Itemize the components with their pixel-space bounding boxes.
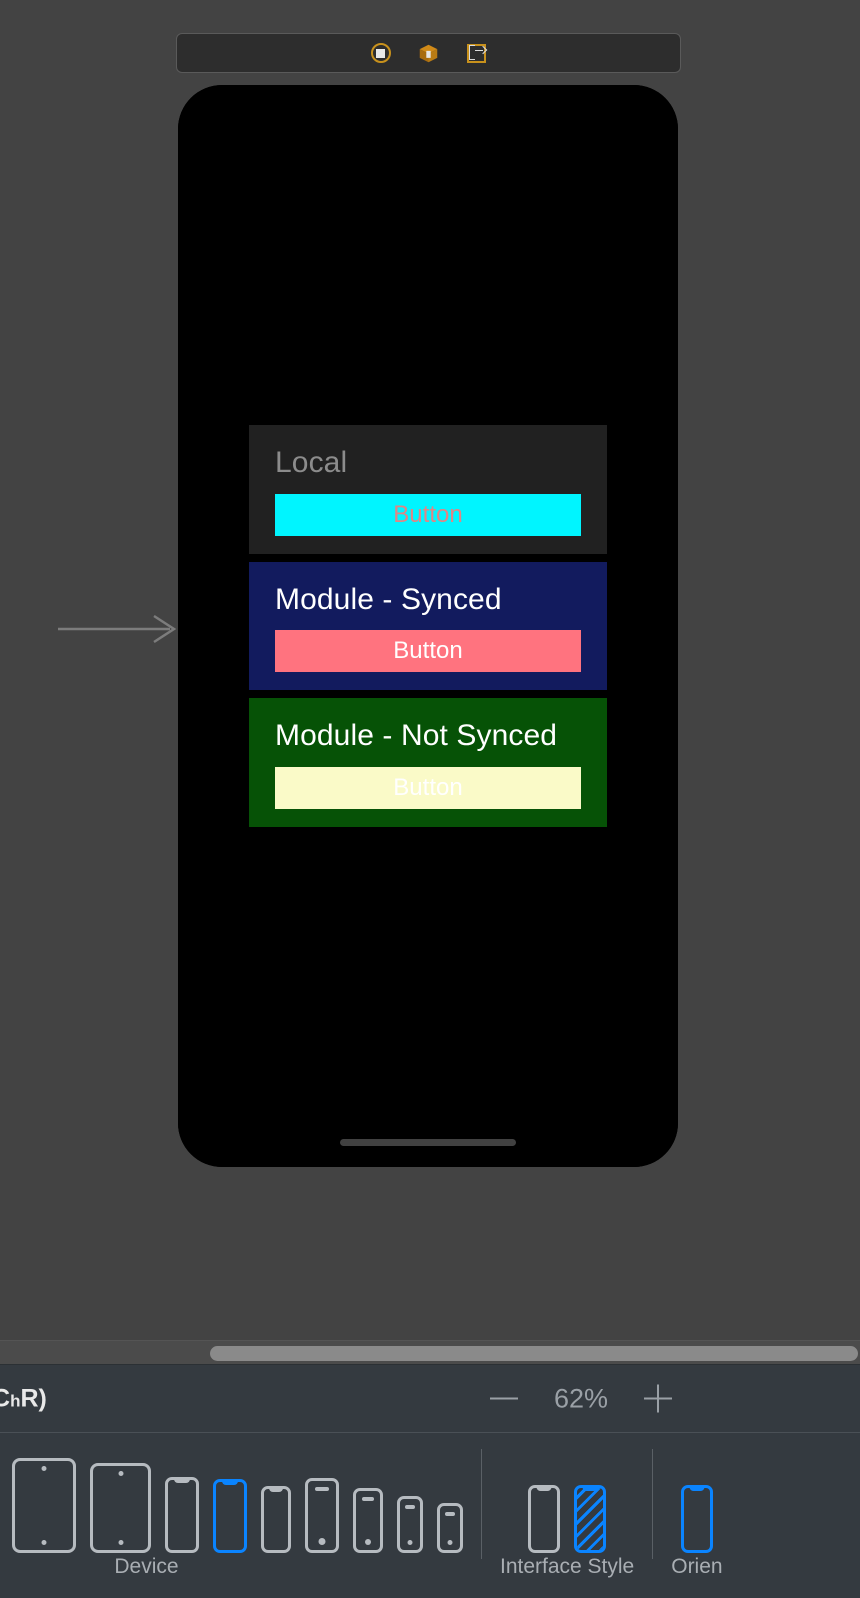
- interface-style-label: Interface Style: [500, 1555, 635, 1578]
- device-section-label: Device: [114, 1555, 179, 1578]
- exit-icon[interactable]: [466, 42, 488, 64]
- device-preview-frame[interactable]: Local Button Module - Synced Button Modu…: [178, 85, 678, 1167]
- device-icon-iphone-se[interactable]: [397, 1496, 423, 1553]
- card-module-synced-button[interactable]: Button: [275, 630, 581, 673]
- card-module-not-synced[interactable]: Module - Not Synced Button: [249, 698, 607, 827]
- first-responder-cube-icon[interactable]: [418, 42, 440, 64]
- zoom-controls: 62%: [490, 1383, 673, 1414]
- card-module-synced-title: Module - Synced: [275, 582, 502, 616]
- orientation-section: Orien: [671, 1433, 723, 1598]
- device-icon-iphone-home[interactable]: [353, 1488, 383, 1553]
- interface-style-icon-list: [528, 1433, 607, 1559]
- scrollbar-thumb[interactable]: [210, 1346, 858, 1361]
- device-icon-ipad-mini[interactable]: [90, 1463, 151, 1553]
- section-divider-2: [652, 1449, 654, 1559]
- xcode-canvas-root: Local Button Module - Synced Button Modu…: [0, 0, 860, 1598]
- interface-style-light-icon[interactable]: [528, 1485, 561, 1553]
- device-configuration-bar: Device Interface Style Orien: [0, 1432, 860, 1598]
- zoom-out-icon[interactable]: [490, 1385, 518, 1413]
- device-icon-iphone-mini[interactable]: [437, 1503, 463, 1553]
- orientation-icon-list: [680, 1433, 713, 1559]
- zoom-in-icon[interactable]: [644, 1384, 673, 1413]
- card-module-not-synced-button[interactable]: Button: [275, 766, 581, 809]
- device-section: Device: [0, 1433, 463, 1598]
- canvas-horizontal-scrollbar[interactable]: [0, 1340, 860, 1364]
- scene-dock-toolbar: [176, 33, 681, 73]
- section-divider-1: [481, 1449, 482, 1559]
- canvas-statusbar: ChR) 62%: [0, 1364, 860, 1432]
- card-local-button[interactable]: Button: [275, 493, 581, 536]
- device-icon-iphone-notch-small[interactable]: [261, 1486, 291, 1553]
- home-indicator: [340, 1139, 516, 1146]
- device-icon-list: [0, 1433, 463, 1559]
- card-local[interactable]: Local Button: [249, 425, 607, 554]
- orientation-portrait-icon[interactable]: [680, 1485, 713, 1553]
- card-local-title: Local: [275, 446, 348, 480]
- zoom-level-value[interactable]: 62%: [554, 1383, 608, 1414]
- interface-style-section: Interface Style: [500, 1433, 634, 1598]
- view-controller-icon[interactable]: [370, 42, 392, 64]
- card-stack: Local Button Module - Synced Button Modu…: [178, 425, 678, 827]
- device-icon-iphone-max[interactable]: [165, 1477, 199, 1553]
- device-icon-iphone-plus-home[interactable]: [305, 1478, 339, 1553]
- card-module-not-synced-title: Module - Not Synced: [275, 719, 558, 753]
- entry-point-arrow-icon: [58, 614, 177, 644]
- orientation-label: Orien: [671, 1555, 723, 1578]
- interface-builder-canvas[interactable]: Local Button Module - Synced Button Modu…: [0, 0, 860, 1340]
- size-class-height: R): [20, 1384, 47, 1412]
- interface-style-dark-icon[interactable]: [574, 1485, 607, 1553]
- device-icon-ipad-large[interactable]: [12, 1458, 76, 1553]
- size-class-width: C: [0, 1384, 11, 1412]
- device-icon-iphone-notch-selected[interactable]: [213, 1479, 247, 1553]
- card-module-synced[interactable]: Module - Synced Button: [249, 561, 607, 691]
- device-screen: Local Button Module - Synced Button Modu…: [178, 85, 678, 1167]
- size-class-label[interactable]: ChR): [0, 1384, 47, 1413]
- size-class-sub: h: [10, 1391, 21, 1410]
